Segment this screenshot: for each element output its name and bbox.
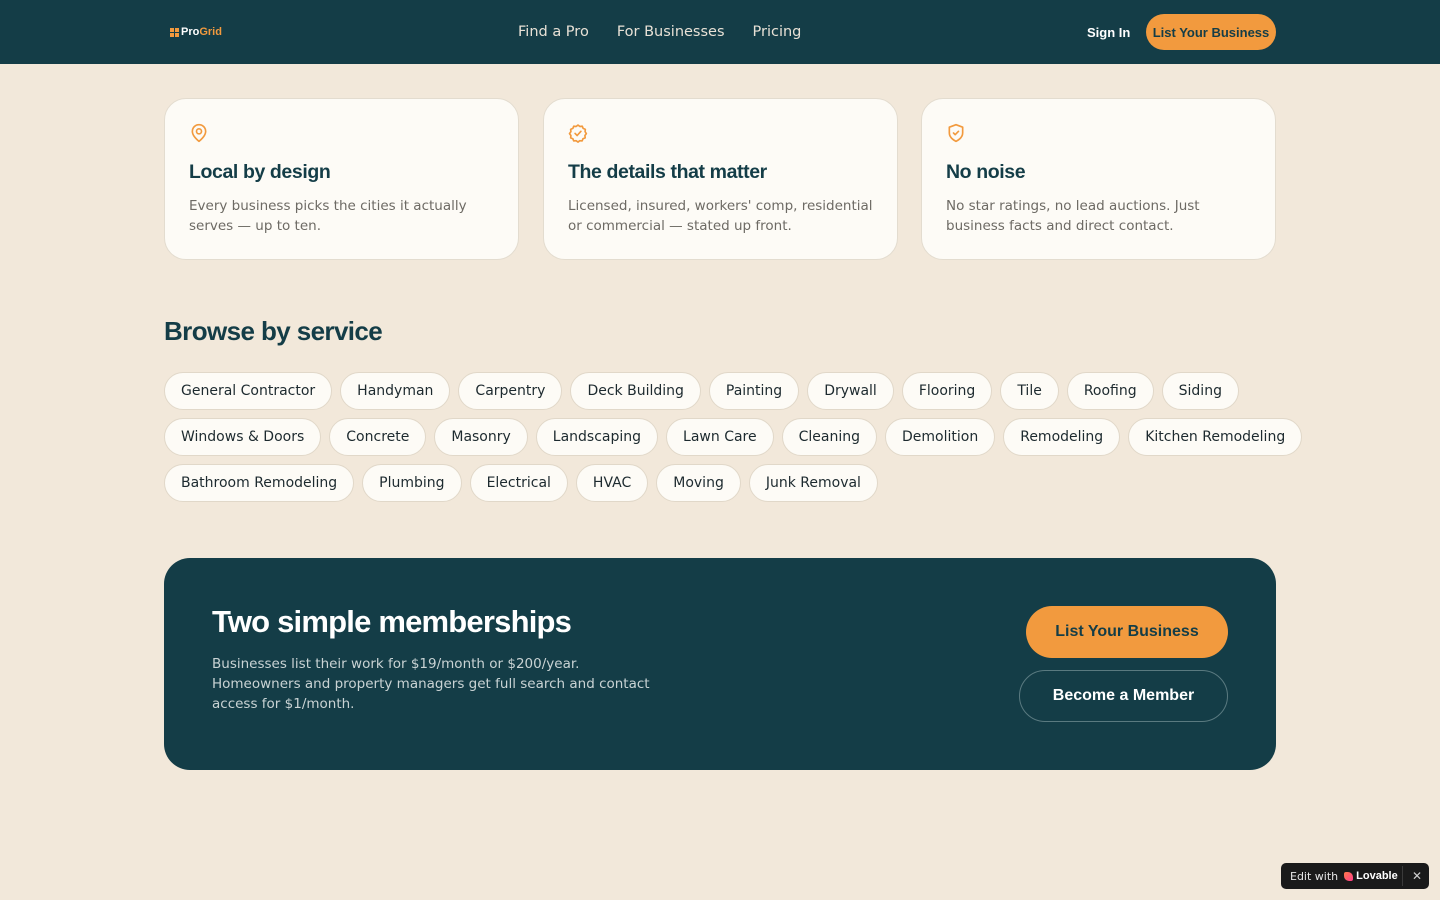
nav-link-pricing[interactable]: Pricing: [753, 24, 802, 40]
logo-text: ProGrid: [181, 26, 222, 38]
service-chip-siding[interactable]: Siding: [1161, 372, 1239, 410]
service-chip-landscaping[interactable]: Landscaping: [535, 418, 659, 456]
service-chip-row: Bathroom Remodeling Plumbing Electrical …: [164, 464, 878, 502]
logo-grid-icon: [170, 27, 179, 37]
service-chip-electrical[interactable]: Electrical: [469, 464, 568, 502]
badge-check-icon: [568, 124, 588, 143]
nav-link-for-businesses[interactable]: For Businesses: [617, 24, 725, 40]
service-chip-kitchen-remodeling[interactable]: Kitchen Remodeling: [1128, 418, 1303, 456]
feature-description: Every business picks the cities it actua…: [189, 198, 467, 234]
service-chip-roofing[interactable]: Roofing: [1066, 372, 1154, 410]
feature-card-no-noise: No noise No star ratings, no lead auctio…: [921, 98, 1276, 260]
top-navigation-bar: ProGrid Find a Pro For Businesses Pricin…: [0, 0, 1440, 64]
service-chip-flooring[interactable]: Flooring: [901, 372, 993, 410]
service-chip-demolition[interactable]: Demolition: [885, 418, 996, 456]
badge-brand: Lovable: [1356, 870, 1398, 882]
sign-in-link[interactable]: Sign In: [1087, 0, 1130, 64]
service-chip-carpentry[interactable]: Carpentry: [458, 372, 563, 410]
feature-card-local: Local by design Every business picks the…: [164, 98, 519, 260]
service-chip-masonry[interactable]: Masonry: [434, 418, 528, 456]
main-nav: Find a Pro For Businesses Pricing: [518, 0, 801, 64]
service-chip-lawn-care[interactable]: Lawn Care: [666, 418, 774, 456]
service-chip-junk-removal[interactable]: Junk Removal: [748, 464, 878, 502]
become-a-member-button[interactable]: Become a Member: [1019, 670, 1228, 722]
service-chip-row: General Contractor Handyman Carpentry De…: [164, 372, 1239, 410]
feature-title: No noise: [946, 161, 1026, 183]
feature-card-details: The details that matter Licensed, insure…: [543, 98, 898, 260]
service-chip-drywall[interactable]: Drywall: [807, 372, 894, 410]
service-chip-remodeling[interactable]: Remodeling: [1003, 418, 1121, 456]
service-chip-row: Windows & Doors Concrete Masonry Landsca…: [164, 418, 1303, 456]
service-chip-plumbing[interactable]: Plumbing: [362, 464, 462, 502]
badge-divider: [1402, 866, 1403, 886]
service-chip-hvac[interactable]: HVAC: [575, 464, 649, 502]
browse-section-title: Browse by service: [164, 316, 383, 346]
shield-check-icon: [948, 123, 964, 143]
map-pin-icon: [191, 123, 207, 143]
service-chip-painting[interactable]: Painting: [708, 372, 800, 410]
feature-description: Licensed, insured, workers' comp, reside…: [568, 198, 873, 234]
list-your-business-button[interactable]: List Your Business: [1146, 14, 1276, 50]
membership-title: Two simple memberships: [212, 604, 572, 639]
service-chip-handyman[interactable]: Handyman: [340, 372, 451, 410]
nav-link-find-a-pro[interactable]: Find a Pro: [518, 24, 589, 40]
service-chip-tile[interactable]: Tile: [1000, 372, 1059, 410]
feature-title: Local by design: [189, 161, 331, 183]
lovable-heart-icon: [1344, 871, 1354, 881]
feature-description: No star ratings, no lead auctions. Just …: [946, 198, 1200, 234]
service-chip-deck-building[interactable]: Deck Building: [570, 372, 701, 410]
service-chip-moving[interactable]: Moving: [656, 464, 741, 502]
list-your-business-banner-button[interactable]: List Your Business: [1026, 606, 1228, 658]
service-chip-general-contractor[interactable]: General Contractor: [164, 372, 333, 410]
service-chip-bathroom-remodeling[interactable]: Bathroom Remodeling: [164, 464, 355, 502]
service-chip-cleaning[interactable]: Cleaning: [781, 418, 878, 456]
service-chip-windows-doors[interactable]: Windows & Doors: [164, 418, 322, 456]
edit-with-lovable-badge[interactable]: Edit with Lovable ✕: [1281, 863, 1429, 889]
close-icon[interactable]: ✕: [1409, 863, 1425, 889]
membership-description: Businesses list their work for $19/month…: [212, 656, 650, 712]
feature-title: The details that matter: [568, 161, 767, 183]
membership-banner: Two simple memberships Businesses list t…: [164, 558, 1276, 770]
badge-prefix: Edit with: [1290, 869, 1339, 883]
service-chip-concrete[interactable]: Concrete: [329, 418, 427, 456]
logo[interactable]: ProGrid: [170, 24, 222, 40]
